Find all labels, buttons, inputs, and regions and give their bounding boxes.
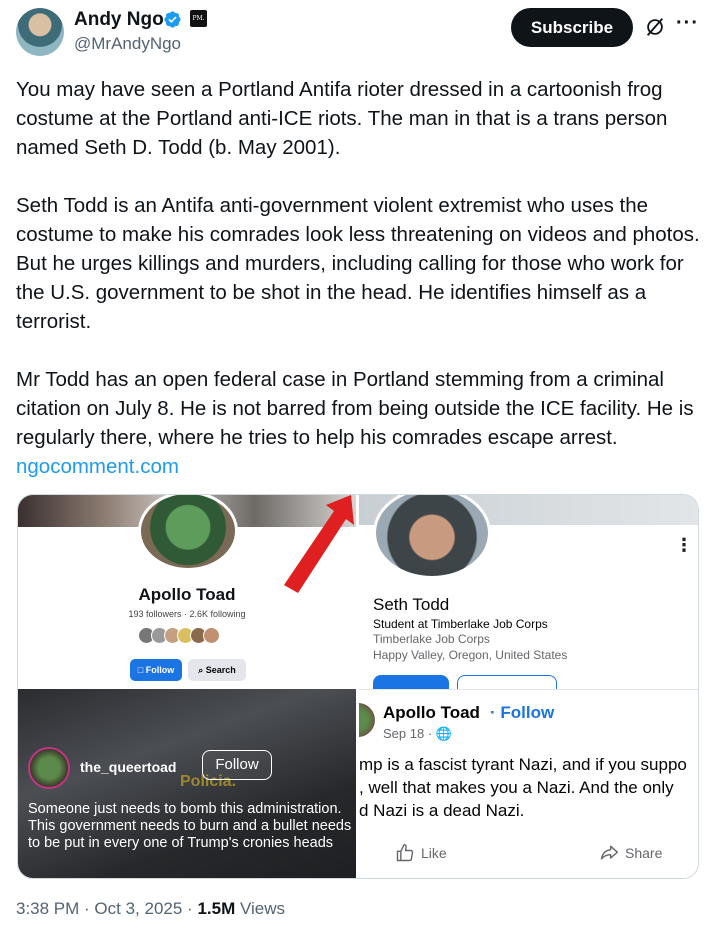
profile-name: Seth Todd bbox=[373, 595, 450, 614]
post-line: , well that makes you a Nazi. And the on… bbox=[359, 778, 674, 797]
views-label: Views bbox=[239, 899, 286, 918]
tweet-text: You may have seen a Portland Antifa riot… bbox=[16, 75, 702, 481]
post-line: d Nazi is a dead Nazi. bbox=[359, 801, 525, 820]
profile-secondary-button bbox=[457, 675, 557, 689]
thumbs-up-icon bbox=[396, 843, 414, 862]
share-icon bbox=[600, 845, 619, 860]
tweet-link[interactable]: ngocomment.com bbox=[16, 452, 702, 481]
post-author-name: Apollo Toad bbox=[383, 703, 480, 722]
share-action: Share bbox=[599, 843, 662, 863]
profile-occupation: Student at Timberlake Job Corps bbox=[373, 617, 548, 631]
globe-icon: 🌐 bbox=[435, 726, 452, 741]
like-label: Like bbox=[421, 845, 447, 861]
reel-follow-button: Follow bbox=[202, 750, 272, 780]
author-handle[interactable]: @MrAndyNgo bbox=[74, 34, 181, 54]
media-image[interactable]: Apollo Toad 193 followers · 2.6K followi… bbox=[17, 494, 699, 879]
post-line: mp is a fascist tyrant Nazi, and if you … bbox=[359, 755, 687, 774]
profile-primary-button bbox=[373, 675, 449, 689]
post-follow-link: · Follow bbox=[490, 703, 555, 722]
views-count: 1.5M bbox=[197, 899, 236, 918]
author-name[interactable]: Andy Ngo bbox=[74, 9, 164, 31]
fb-search-button[interactable]: ⌕ Search bbox=[188, 659, 246, 681]
profile-stats: 193 followers · 2.6K following bbox=[128, 609, 246, 619]
verified-badge-icon[interactable] bbox=[163, 10, 182, 29]
timestamp[interactable]: 3:38 PM · Oct 3, 2025 · bbox=[16, 899, 193, 918]
tweet-paragraph-2: Seth Todd is an Antifa anti-government v… bbox=[16, 194, 700, 333]
seth-todd-profile-screenshot: ⋮ Seth Todd Student at Timberlake Job Co… bbox=[359, 495, 698, 878]
tweet-header: Andy Ngo PM. @MrAndyNgo Subscribe ··· bbox=[0, 0, 716, 70]
grok-icon[interactable] bbox=[644, 16, 666, 38]
kebab-menu-icon: ⋮ bbox=[675, 535, 693, 555]
post-text: mp is a fascist tyrant Nazi, and if you … bbox=[359, 753, 698, 822]
profile-name: Apollo Toad bbox=[138, 585, 236, 604]
more-icon[interactable]: ··· bbox=[676, 12, 699, 35]
subscribe-button[interactable]: Subscribe bbox=[511, 8, 633, 47]
like-action: Like bbox=[395, 843, 447, 863]
reel-avatar bbox=[28, 747, 70, 789]
apollo-toad-profile-screenshot: Apollo Toad 193 followers · 2.6K followi… bbox=[18, 495, 356, 878]
profile-employer: Timberlake Job Corps bbox=[373, 632, 490, 646]
mutual-friends-avatars bbox=[138, 627, 238, 645]
post-date-text: Sep 18 · bbox=[383, 726, 433, 741]
tweet-paragraph-3: Mr Todd has an open federal case in Port… bbox=[16, 368, 694, 449]
affiliate-badge[interactable]: PM. bbox=[190, 10, 207, 27]
post-author-avatar bbox=[359, 703, 375, 737]
profile-location: Happy Valley, Oregon, United States bbox=[373, 648, 568, 662]
fb-follow-label: Follow bbox=[145, 665, 175, 675]
red-arrow-icon bbox=[284, 495, 354, 593]
post-date: Sep 18 · 🌐 bbox=[383, 726, 452, 742]
tweet-paragraph-1: You may have seen a Portland Antifa riot… bbox=[16, 78, 668, 159]
divider bbox=[359, 689, 698, 690]
tweet-footer: 3:38 PM · Oct 3, 2025 · 1.5M Views bbox=[16, 899, 285, 919]
frog-avatar bbox=[138, 495, 238, 571]
reel-username: the_queertoad bbox=[80, 759, 177, 775]
reel-video-frame: the_queertoad Policia. Follow Someone ju… bbox=[18, 689, 356, 878]
profile-avatar bbox=[373, 495, 491, 579]
author-avatar[interactable] bbox=[16, 8, 64, 56]
share-label: Share bbox=[625, 845, 663, 861]
fb-search-label: Search bbox=[205, 665, 236, 675]
reel-caption: Someone just needs to bomb this administ… bbox=[28, 801, 352, 851]
fb-follow-button[interactable]: □ Follow bbox=[130, 659, 182, 681]
